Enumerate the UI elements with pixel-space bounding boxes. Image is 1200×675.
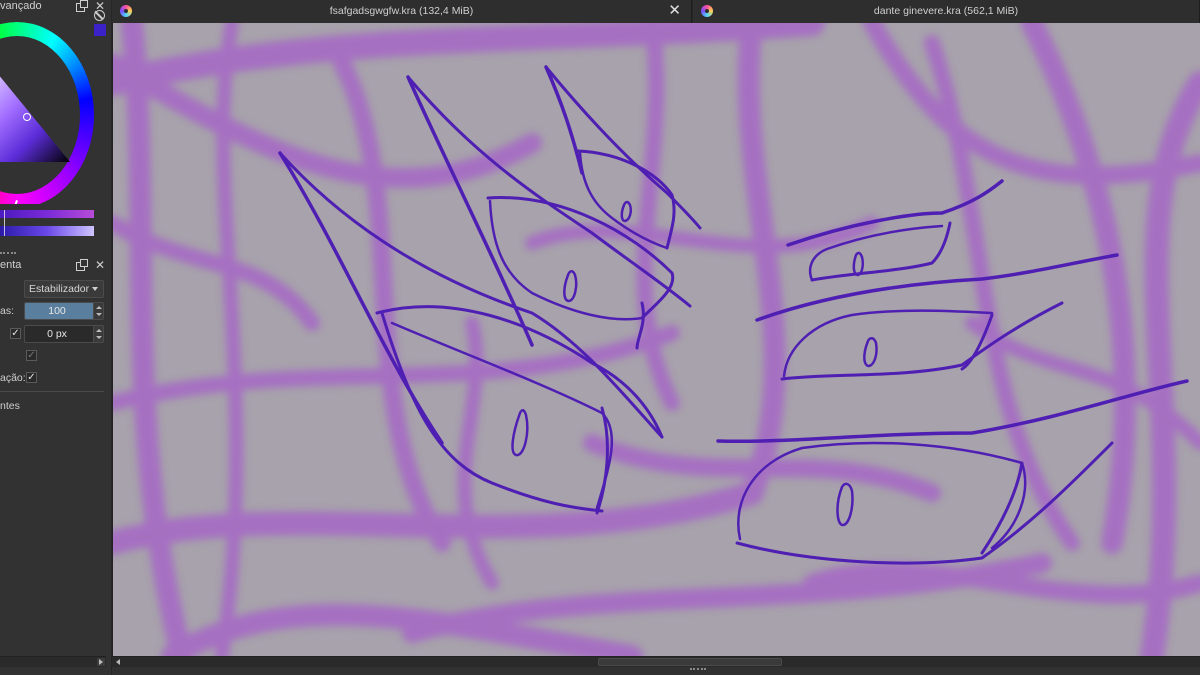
- no-symbol-icon[interactable]: [94, 10, 105, 21]
- divider: [0, 391, 104, 392]
- section-label: ntes: [0, 400, 20, 412]
- scrollbar-thumb[interactable]: [598, 658, 782, 666]
- artwork: [112, 23, 1200, 656]
- tab-dante-ginevere[interactable]: dante ginevere.kra (562,1 MiB): [693, 0, 1200, 23]
- delay-value: 0 px: [47, 328, 67, 340]
- advanced-color-selector[interactable]: [0, 14, 96, 204]
- panel-resize-grip[interactable]: [0, 252, 16, 256]
- distance-value: 100: [48, 305, 66, 317]
- finish-line-checkbox[interactable]: ✓: [26, 350, 37, 361]
- sketch-layer: [112, 23, 1200, 656]
- scroll-left-icon[interactable]: [114, 658, 122, 666]
- canvas-horizontal-scrollbar[interactable]: [112, 656, 1200, 667]
- tab-title: fsafgadsgwgfw.kra (132,4 MiB): [329, 5, 474, 17]
- scale-label: ação:: [0, 372, 26, 384]
- distance-label: as:: [0, 305, 15, 317]
- delay-checkbox[interactable]: ✓: [10, 328, 21, 339]
- scale-checkbox[interactable]: ✓: [26, 372, 37, 383]
- close-icon[interactable]: ✕: [94, 259, 106, 271]
- current-color-swatch[interactable]: [94, 24, 106, 36]
- distance-spinbox[interactable]: 100: [24, 302, 104, 320]
- document-tab-bar: fsafgadsgwgfw.kra (132,4 MiB) ✕ dante gi…: [112, 0, 1200, 23]
- color-history-bar[interactable]: [0, 226, 94, 236]
- color-gradient-bar[interactable]: [0, 210, 94, 218]
- tab-fsafgadsgwgfw[interactable]: fsafgadsgwgfw.kra (132,4 MiB) ✕: [112, 0, 692, 23]
- statusbar-grip[interactable]: [690, 668, 706, 672]
- tab-title: dante ginevere.kra (562,1 MiB): [873, 5, 1019, 17]
- spin-arrows-icon[interactable]: [93, 303, 103, 319]
- float-icon[interactable]: [76, 0, 88, 12]
- delay-spinbox[interactable]: 0 px: [24, 325, 104, 343]
- color-picker-marker[interactable]: [23, 113, 31, 121]
- dock-horizontal-scrollbar[interactable]: [0, 656, 106, 667]
- tool-options-title: enta: [0, 259, 22, 271]
- spin-arrows-icon[interactable]: [93, 326, 103, 342]
- close-tab-icon[interactable]: ✕: [668, 3, 681, 19]
- drawing-canvas[interactable]: [112, 23, 1200, 656]
- float-icon[interactable]: [76, 259, 88, 271]
- left-dock: vançado ✕ enta ✕ Estabilizador as: 100 ✓…: [0, 0, 112, 675]
- scroll-right-icon[interactable]: [97, 658, 105, 666]
- smoothing-mode-select[interactable]: Estabilizador: [24, 280, 104, 298]
